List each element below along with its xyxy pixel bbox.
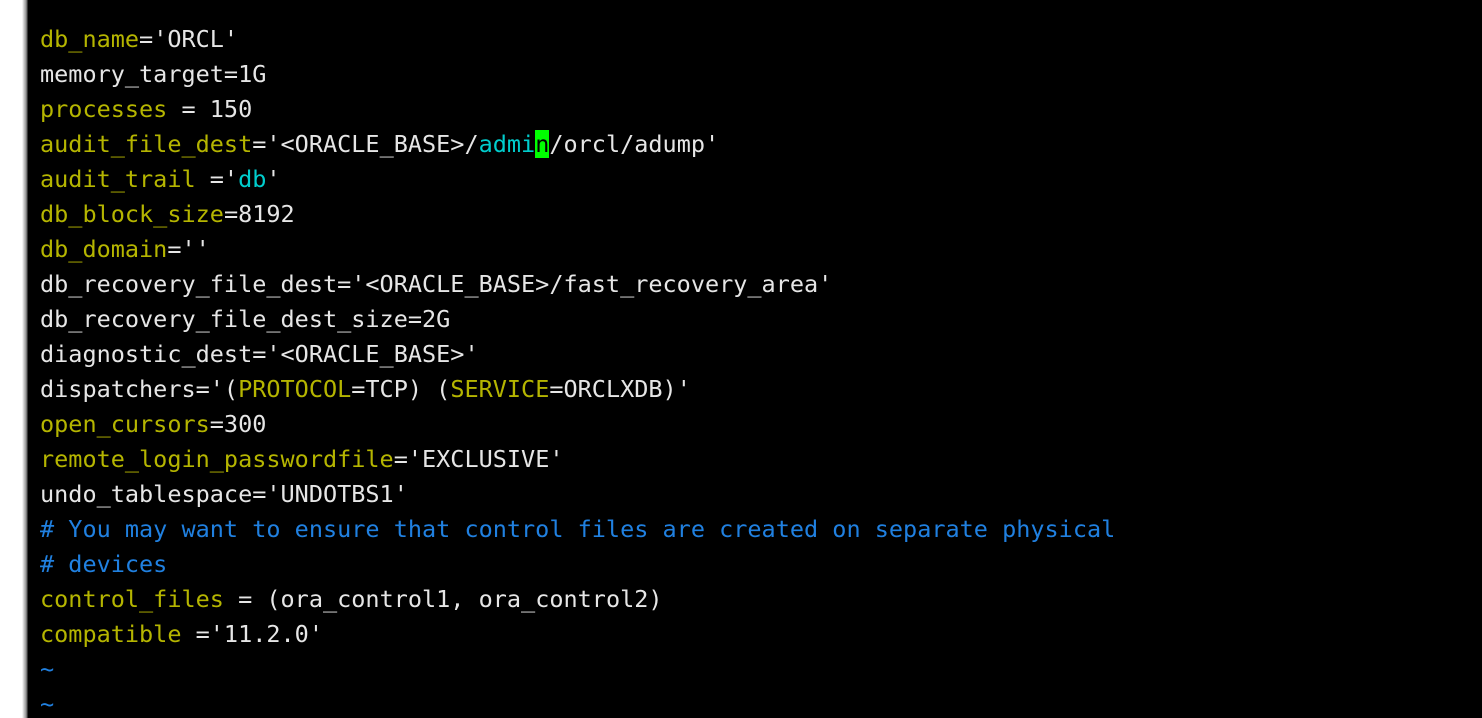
code-token: =300 [209,410,267,438]
code-token: # devices [40,550,168,578]
editor-buffer[interactable]: db_name='ORCL' memory_target=1G processes … [40,22,1482,718]
code-token: memory_target=1G [40,60,267,88]
code-token: =ORCLXDB)' [549,375,691,403]
line-audit-file-dest[interactable]: audit_file_dest='<ORACLE_BASE>/admin/orc… [40,127,1482,162]
line-diagnostic-dest[interactable]: diagnostic_dest='<ORACLE_BASE>' [40,337,1482,372]
code-token: ='11.2.0' [181,620,323,648]
code-token: remote_login_passwordfile [40,445,394,473]
line-remote-login-passwordfile[interactable]: remote_login_passwordfile='EXCLUSIVE' [40,442,1482,477]
code-token: ='ORCL' [139,25,239,53]
line-processes[interactable]: processes = 150 [40,92,1482,127]
code-token: open_cursors [40,410,210,438]
line-db-recovery-file-dest-size[interactable]: db_recovery_file_dest_size=2G [40,302,1482,337]
code-token: undo_tablespace='UNDOTBS1' [40,480,408,508]
code-token: ~ [40,655,55,683]
line-compatible[interactable]: compatible ='11.2.0' [40,617,1482,652]
code-token: ='EXCLUSIVE' [393,445,564,473]
text-cursor: n [535,130,550,158]
code-token: diagnostic_dest='<ORACLE_BASE>' [40,340,479,368]
line-audit-trail[interactable]: audit_trail ='db' [40,162,1482,197]
code-token: =8192 [223,200,295,228]
code-token: =' [195,165,239,193]
code-token: =TCP) ( [351,375,451,403]
line-memory-target[interactable]: memory_target=1G [40,57,1482,92]
terminal-surface[interactable]: db_name='ORCL' memory_target=1G processes … [28,0,1482,718]
left-gutter [0,0,22,718]
code-token: admi [478,130,536,158]
line-tilde-1[interactable]: ~ [40,652,1482,687]
line-db-block-size[interactable]: db_block_size=8192 [40,197,1482,232]
line-comment-2[interactable]: # devices [40,547,1482,582]
code-token: db_domain [40,235,168,263]
code-token: ='' [167,235,210,263]
line-dispatchers[interactable]: dispatchers='(PROTOCOL=TCP) (SERVICE=ORC… [40,372,1482,407]
line-comment-1[interactable]: # You may want to ensure that control fi… [40,512,1482,547]
code-token: SERVICE [450,375,550,403]
line-tilde-2[interactable]: ~ [40,687,1482,718]
line-db-recovery-file-dest[interactable]: db_recovery_file_dest='<ORACLE_BASE>/fas… [40,267,1482,302]
code-token: compatible [40,620,182,648]
code-token: audit_trail [40,165,196,193]
code-token: db_recovery_file_dest='<ORACLE_BASE>/fas… [40,270,833,298]
code-token: = (ora_control1, ora_control2) [223,585,663,613]
code-token: # You may want to ensure that control fi… [40,515,1116,543]
code-token: processes [40,95,168,123]
line-db-name[interactable]: db_name='ORCL' [40,22,1482,57]
code-token: control_files [40,585,224,613]
code-token: db_block_size [40,200,224,228]
code-token: ~ [40,690,55,718]
code-token: ' [266,165,281,193]
code-token: db_recovery_file_dest_size=2G [40,305,451,333]
code-token: ='<ORACLE_BASE>/ [252,130,479,158]
code-token: db_name [40,25,140,53]
code-token: = 150 [167,95,253,123]
line-control-files[interactable]: control_files = (ora_control1, ora_contr… [40,582,1482,617]
line-undo-tablespace[interactable]: undo_tablespace='UNDOTBS1' [40,477,1482,512]
code-token: PROTOCOL [238,375,352,403]
screen: db_name='ORCL' memory_target=1G processes … [0,0,1482,718]
code-token: audit_file_dest [40,130,253,158]
line-open-cursors[interactable]: open_cursors=300 [40,407,1482,442]
code-token: db [238,165,267,193]
code-token: dispatchers='( [40,375,239,403]
line-db-domain[interactable]: db_domain='' [40,232,1482,267]
code-token: /orcl/adump' [549,130,720,158]
